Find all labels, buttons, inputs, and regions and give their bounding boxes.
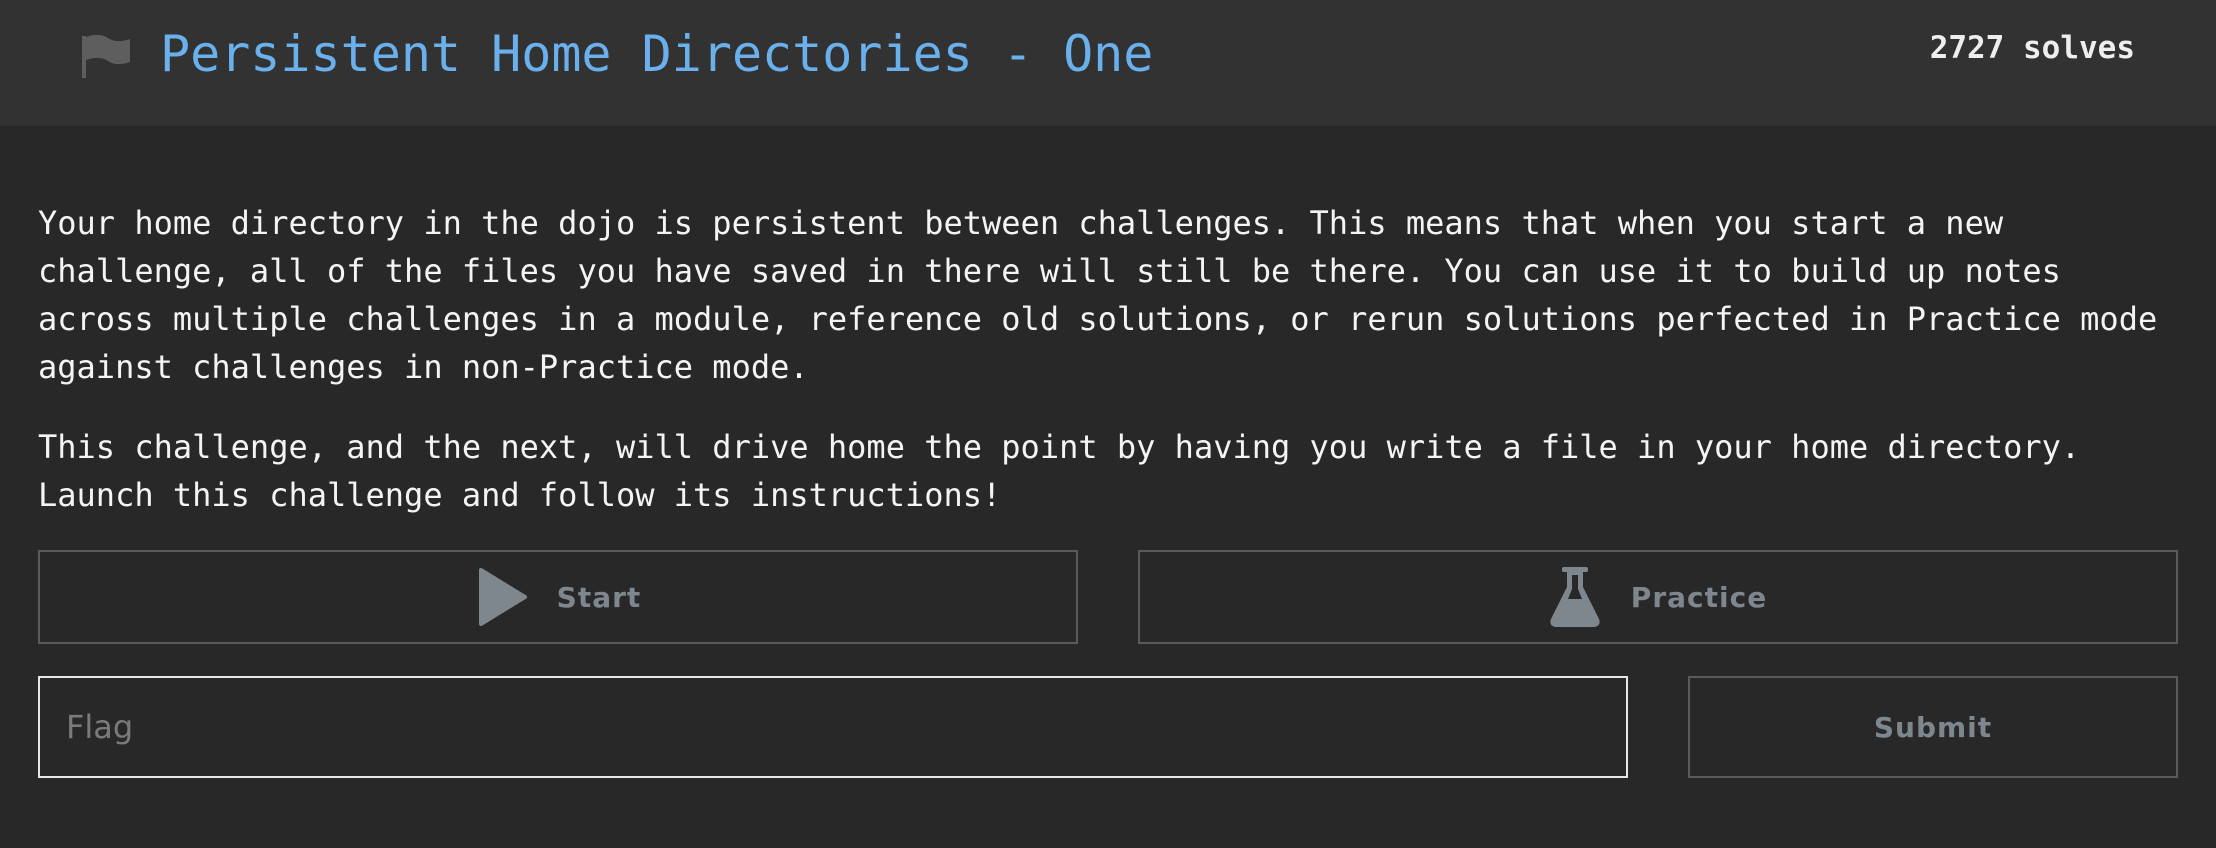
- play-icon: [478, 568, 527, 626]
- challenge-title: Persistent Home Directories - One: [160, 25, 1154, 83]
- challenge-description: Your home directory in the dojo is persi…: [38, 199, 2198, 551]
- submit-button-label: Submit: [1873, 710, 1993, 744]
- flask-icon: [1550, 567, 1600, 627]
- description-paragraph: Your home directory in the dojo is persi…: [38, 204, 2158, 386]
- flag-icon: [82, 34, 130, 78]
- flag-input[interactable]: [38, 676, 1628, 778]
- submit-button[interactable]: Submit: [1688, 676, 2178, 778]
- start-button[interactable]: Start: [38, 550, 1078, 644]
- description-paragraph: This challenge, and the next, will drive…: [38, 428, 2081, 514]
- practice-button[interactable]: Practice: [1138, 550, 2178, 644]
- solves-count: 2727 solves: [1929, 30, 2135, 66]
- challenge-header: Persistent Home Directories - One 2727 s…: [0, 0, 2216, 126]
- practice-button-label: Practice: [1630, 580, 1768, 614]
- start-button-label: Start: [556, 580, 642, 614]
